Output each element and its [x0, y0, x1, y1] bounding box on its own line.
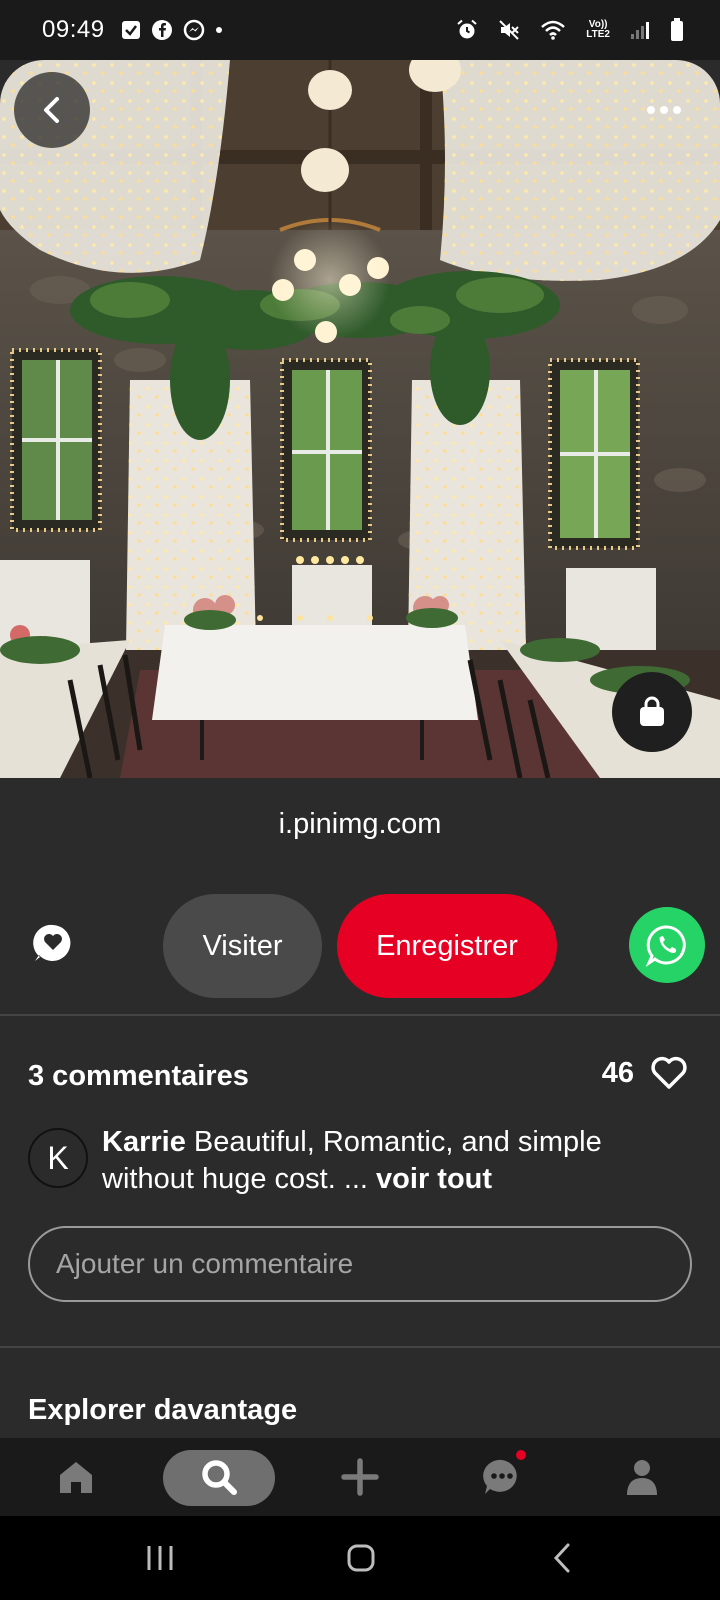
checkbox-icon: [121, 20, 141, 40]
home-system-button[interactable]: [321, 1516, 401, 1600]
signal-icon: [630, 20, 650, 40]
dot-icon: [215, 26, 223, 34]
facebook-icon: [151, 19, 173, 41]
more-dot-icon: [647, 106, 655, 114]
more-dot-icon: [660, 106, 668, 114]
status-bar: 09:49 Vo)) LTE2: [0, 0, 720, 60]
nav-create[interactable]: [324, 1438, 396, 1516]
heart-icon[interactable]: [650, 1056, 688, 1090]
wifi-icon: [540, 19, 566, 41]
back-button[interactable]: [14, 72, 90, 148]
shopping-bag-icon: [640, 696, 664, 726]
save-button[interactable]: Enregistrer: [337, 894, 557, 998]
comment-author[interactable]: Karrie: [102, 1126, 186, 1158]
bottom-nav: [0, 1438, 720, 1516]
more-options-button[interactable]: [638, 92, 690, 128]
visit-button[interactable]: Visiter: [163, 894, 322, 998]
share-button[interactable]: [30, 920, 76, 966]
nav-profile[interactable]: [606, 1438, 678, 1516]
status-time: 09:49: [42, 16, 105, 43]
nav-home[interactable]: [40, 1438, 112, 1516]
home-system-icon: [347, 1544, 375, 1572]
mute-icon: [498, 19, 520, 41]
battery-icon: [670, 18, 684, 42]
pin-image[interactable]: [0, 60, 720, 778]
comments-count-title: 3 commentaires: [28, 1060, 249, 1092]
nav-messages[interactable]: [466, 1438, 538, 1516]
system-back-button[interactable]: [523, 1516, 603, 1600]
pin-detail-screen: 09:49 Vo)) LTE2 i.pinimg.com Visiter Enr…: [0, 0, 720, 1600]
avatar[interactable]: K: [28, 1128, 88, 1188]
messenger-icon: [183, 19, 205, 41]
share-heart-icon: [33, 924, 71, 961]
recent-apps-button[interactable]: [120, 1516, 200, 1600]
network-label: Vo)) LTE2: [586, 19, 610, 40]
source-link[interactable]: i.pinimg.com: [0, 808, 720, 841]
recent-apps-icon: [147, 1546, 173, 1570]
system-nav-bar: [0, 1516, 720, 1600]
nav-search[interactable]: [163, 1438, 275, 1516]
notification-badge: [516, 1450, 526, 1460]
comment-text: Karrie Beautiful, Romantic, and simple w…: [102, 1124, 662, 1198]
profile-icon: [627, 1460, 657, 1495]
whatsapp-icon: [645, 925, 686, 967]
see-all-link[interactable]: voir tout: [376, 1163, 492, 1195]
divider: [0, 1346, 720, 1348]
whatsapp-share-button[interactable]: [629, 907, 705, 983]
add-comment-input[interactable]: [28, 1226, 692, 1302]
back-system-icon: [553, 1543, 570, 1573]
more-dot-icon: [673, 106, 681, 114]
shop-button[interactable]: [612, 672, 692, 752]
alarm-icon: [456, 19, 478, 41]
home-icon: [60, 1462, 92, 1493]
like-count: 46: [601, 1056, 634, 1089]
wedding-venue-illustration: [0, 60, 720, 778]
messages-icon: [483, 1459, 517, 1494]
search-icon: [202, 1460, 237, 1495]
add-icon: [341, 1458, 379, 1496]
explore-more-title: Explorer davantage: [28, 1394, 298, 1426]
likes: 46: [602, 1056, 688, 1090]
divider: [0, 1014, 720, 1016]
chevron-left-icon: [44, 97, 59, 123]
